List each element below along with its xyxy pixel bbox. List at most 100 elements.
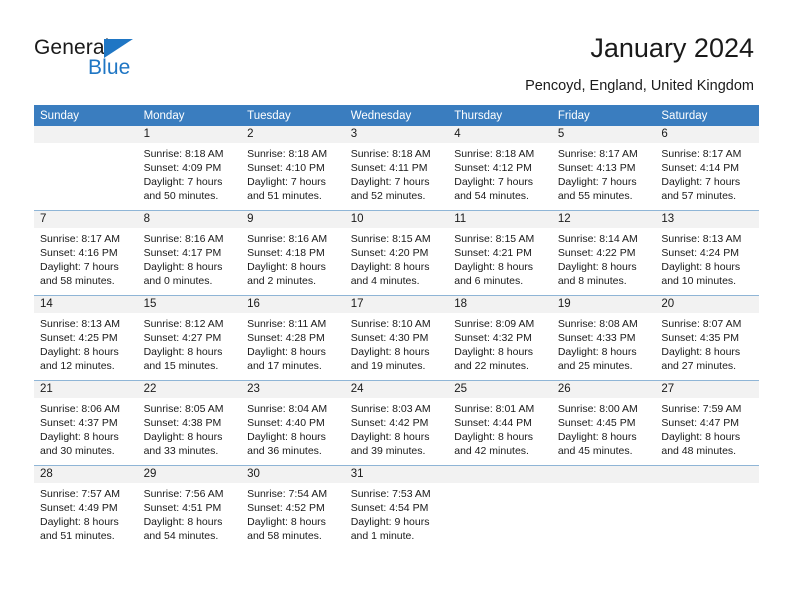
- daylight-text-line1: Daylight: 8 hours: [143, 516, 223, 528]
- daylight-text-line2: and 55 minutes.: [557, 190, 633, 202]
- sunset-text: Sunset: 4:21 PM: [454, 247, 532, 259]
- daylight-text-line1: Daylight: 9 hours: [350, 516, 430, 528]
- calendar-day-cell[interactable]: 12 Sunrise: 8:14 AM Sunset: 4:22 PM Dayl…: [551, 210, 656, 296]
- sunrise-text: Sunrise: 8:18 AM: [454, 148, 535, 160]
- sunset-text: Sunset: 4:17 PM: [143, 247, 222, 259]
- sunrise-text: Sunrise: 8:16 AM: [143, 233, 224, 245]
- day-details: [552, 483, 656, 487]
- calendar-day-cell[interactable]: [551, 465, 656, 550]
- day-number: 17: [344, 296, 449, 313]
- day-details: Sunrise: 8:18 AM Sunset: 4:11 PM Dayligh…: [345, 143, 449, 203]
- calendar-week-row: 21 Sunrise: 8:06 AM Sunset: 4:37 PM Dayl…: [34, 380, 759, 466]
- day-details: Sunrise: 8:18 AM Sunset: 4:09 PM Dayligh…: [138, 143, 242, 203]
- day-details: Sunrise: 8:10 AM Sunset: 4:30 PM Dayligh…: [345, 313, 449, 373]
- calendar-day-cell[interactable]: 3 Sunrise: 8:18 AM Sunset: 4:11 PM Dayli…: [344, 126, 449, 211]
- daylight-text-line2: and 39 minutes.: [350, 445, 426, 457]
- daylight-text-line1: Daylight: 7 hours: [350, 176, 430, 188]
- day-number: 10: [344, 211, 449, 228]
- calendar-day-cell[interactable]: 24 Sunrise: 8:03 AM Sunset: 4:42 PM Dayl…: [344, 380, 449, 466]
- calendar-day-cell[interactable]: 23 Sunrise: 8:04 AM Sunset: 4:40 PM Dayl…: [241, 380, 345, 466]
- sunrise-text: Sunrise: 8:17 AM: [661, 148, 742, 160]
- day-number: 28: [34, 466, 138, 483]
- daylight-text-line1: Daylight: 8 hours: [454, 261, 534, 273]
- calendar-day-cell[interactable]: 7 Sunrise: 8:17 AM Sunset: 4:16 PM Dayli…: [34, 210, 138, 296]
- calendar-day-cell[interactable]: 1 Sunrise: 8:18 AM Sunset: 4:09 PM Dayli…: [137, 126, 242, 211]
- calendar-day-cell[interactable]: 10 Sunrise: 8:15 AM Sunset: 4:20 PM Dayl…: [344, 210, 449, 296]
- calendar-day-cell[interactable]: 8 Sunrise: 8:16 AM Sunset: 4:17 PM Dayli…: [137, 210, 242, 296]
- calendar-day-cell[interactable]: 19 Sunrise: 8:08 AM Sunset: 4:33 PM Dayl…: [551, 295, 656, 381]
- calendar-day-cell[interactable]: 9 Sunrise: 8:16 AM Sunset: 4:18 PM Dayli…: [241, 210, 345, 296]
- daylight-text-line2: and 57 minutes.: [661, 190, 737, 202]
- daylight-text-line1: Daylight: 7 hours: [143, 176, 223, 188]
- weekday-header-monday: Monday: [137, 105, 242, 126]
- daylight-text-line1: Daylight: 8 hours: [350, 261, 430, 273]
- sunset-text: Sunset: 4:38 PM: [143, 417, 222, 429]
- sunset-text: Sunset: 4:30 PM: [350, 332, 429, 344]
- calendar-day-cell[interactable]: 26 Sunrise: 8:00 AM Sunset: 4:45 PM Dayl…: [551, 380, 656, 466]
- calendar-day-cell[interactable]: 13 Sunrise: 8:13 AM Sunset: 4:24 PM Dayl…: [655, 210, 759, 296]
- sunset-text: Sunset: 4:10 PM: [247, 162, 325, 174]
- calendar-day-cell[interactable]: 29 Sunrise: 7:56 AM Sunset: 4:51 PM Dayl…: [137, 465, 242, 550]
- sunset-text: Sunset: 4:24 PM: [661, 247, 740, 259]
- sunrise-text: Sunrise: 8:04 AM: [247, 403, 328, 415]
- calendar-day-cell[interactable]: 18 Sunrise: 8:09 AM Sunset: 4:32 PM Dayl…: [448, 295, 552, 381]
- calendar-day-cell[interactable]: [448, 465, 552, 550]
- sunset-text: Sunset: 4:28 PM: [247, 332, 325, 344]
- sunset-text: Sunset: 4:16 PM: [40, 247, 118, 259]
- calendar-day-cell[interactable]: 17 Sunrise: 8:10 AM Sunset: 4:30 PM Dayl…: [344, 295, 449, 381]
- daylight-text-line2: and 36 minutes.: [247, 445, 322, 457]
- calendar-day-cell[interactable]: 15 Sunrise: 8:12 AM Sunset: 4:27 PM Dayl…: [137, 295, 242, 381]
- daylight-text-line1: Daylight: 8 hours: [143, 346, 223, 358]
- daylight-text-line2: and 51 minutes.: [247, 190, 322, 202]
- calendar-day-cell[interactable]: 4 Sunrise: 8:18 AM Sunset: 4:12 PM Dayli…: [448, 126, 552, 211]
- daylight-text-line2: and 45 minutes.: [557, 445, 633, 457]
- day-details: Sunrise: 8:17 AM Sunset: 4:14 PM Dayligh…: [655, 143, 759, 203]
- day-details: Sunrise: 8:13 AM Sunset: 4:24 PM Dayligh…: [655, 228, 759, 288]
- calendar-day-cell[interactable]: 2 Sunrise: 8:18 AM Sunset: 4:10 PM Dayli…: [241, 126, 345, 211]
- calendar-day-cell[interactable]: 22 Sunrise: 8:05 AM Sunset: 4:38 PM Dayl…: [137, 380, 242, 466]
- day-details: Sunrise: 8:05 AM Sunset: 4:38 PM Dayligh…: [138, 398, 242, 458]
- sunset-text: Sunset: 4:49 PM: [40, 502, 118, 514]
- sunrise-text: Sunrise: 8:13 AM: [40, 318, 120, 330]
- day-details: Sunrise: 8:09 AM Sunset: 4:32 PM Dayligh…: [448, 313, 552, 373]
- general-blue-logo[interactable]: General Blue: [34, 36, 234, 86]
- sunrise-text: Sunrise: 8:11 AM: [247, 318, 327, 330]
- day-details: Sunrise: 8:15 AM Sunset: 4:21 PM Dayligh…: [448, 228, 552, 288]
- daylight-text-line1: Daylight: 7 hours: [557, 176, 637, 188]
- daylight-text-line2: and 30 minutes.: [40, 445, 115, 457]
- weekday-header-saturday: Saturday: [655, 105, 759, 126]
- sunset-text: Sunset: 4:14 PM: [661, 162, 740, 174]
- calendar-day-cell[interactable]: 28 Sunrise: 7:57 AM Sunset: 4:49 PM Dayl…: [34, 465, 138, 550]
- calendar-day-cell[interactable]: [34, 126, 138, 211]
- day-details: Sunrise: 8:18 AM Sunset: 4:12 PM Dayligh…: [448, 143, 552, 203]
- daylight-text-line2: and 22 minutes.: [454, 360, 529, 372]
- daylight-text-line1: Daylight: 8 hours: [40, 516, 119, 528]
- daylight-text-line1: Daylight: 8 hours: [454, 431, 534, 443]
- calendar-day-cell[interactable]: 20 Sunrise: 8:07 AM Sunset: 4:35 PM Dayl…: [655, 295, 759, 381]
- daylight-text-line1: Daylight: 7 hours: [247, 176, 326, 188]
- sunset-text: Sunset: 4:27 PM: [143, 332, 222, 344]
- calendar-day-cell[interactable]: 5 Sunrise: 8:17 AM Sunset: 4:13 PM Dayli…: [551, 126, 656, 211]
- calendar-day-cell[interactable]: 27 Sunrise: 7:59 AM Sunset: 4:47 PM Dayl…: [655, 380, 759, 466]
- calendar-day-cell[interactable]: 11 Sunrise: 8:15 AM Sunset: 4:21 PM Dayl…: [448, 210, 552, 296]
- calendar-week-row: 28 Sunrise: 7:57 AM Sunset: 4:49 PM Dayl…: [34, 465, 759, 550]
- calendar-day-cell[interactable]: 21 Sunrise: 8:06 AM Sunset: 4:37 PM Dayl…: [34, 380, 138, 466]
- calendar-day-cell[interactable]: 16 Sunrise: 8:11 AM Sunset: 4:28 PM Dayl…: [241, 295, 345, 381]
- calendar-day-cell[interactable]: 30 Sunrise: 7:54 AM Sunset: 4:52 PM Dayl…: [241, 465, 345, 550]
- calendar-day-cell[interactable]: 25 Sunrise: 8:01 AM Sunset: 4:44 PM Dayl…: [448, 380, 552, 466]
- page-header: General Blue January 2024 Pencoyd, Engla…: [0, 0, 792, 100]
- daylight-text-line2: and 52 minutes.: [350, 190, 426, 202]
- calendar-day-cell[interactable]: 6 Sunrise: 8:17 AM Sunset: 4:14 PM Dayli…: [655, 126, 759, 211]
- day-number: 21: [34, 381, 138, 398]
- daylight-text-line2: and 50 minutes.: [143, 190, 219, 202]
- calendar-day-cell[interactable]: 31 Sunrise: 7:53 AM Sunset: 4:54 PM Dayl…: [344, 465, 449, 550]
- day-number: 7: [34, 211, 138, 228]
- calendar-day-cell[interactable]: [655, 465, 759, 550]
- sunrise-text: Sunrise: 8:18 AM: [350, 148, 431, 160]
- sunrise-text: Sunrise: 8:17 AM: [40, 233, 120, 245]
- daylight-text-line1: Daylight: 7 hours: [454, 176, 534, 188]
- daylight-text-line1: Daylight: 8 hours: [40, 346, 119, 358]
- sunrise-text: Sunrise: 8:18 AM: [247, 148, 328, 160]
- calendar-day-cell[interactable]: 14 Sunrise: 8:13 AM Sunset: 4:25 PM Dayl…: [34, 295, 138, 381]
- page-title: January 2024: [590, 33, 754, 63]
